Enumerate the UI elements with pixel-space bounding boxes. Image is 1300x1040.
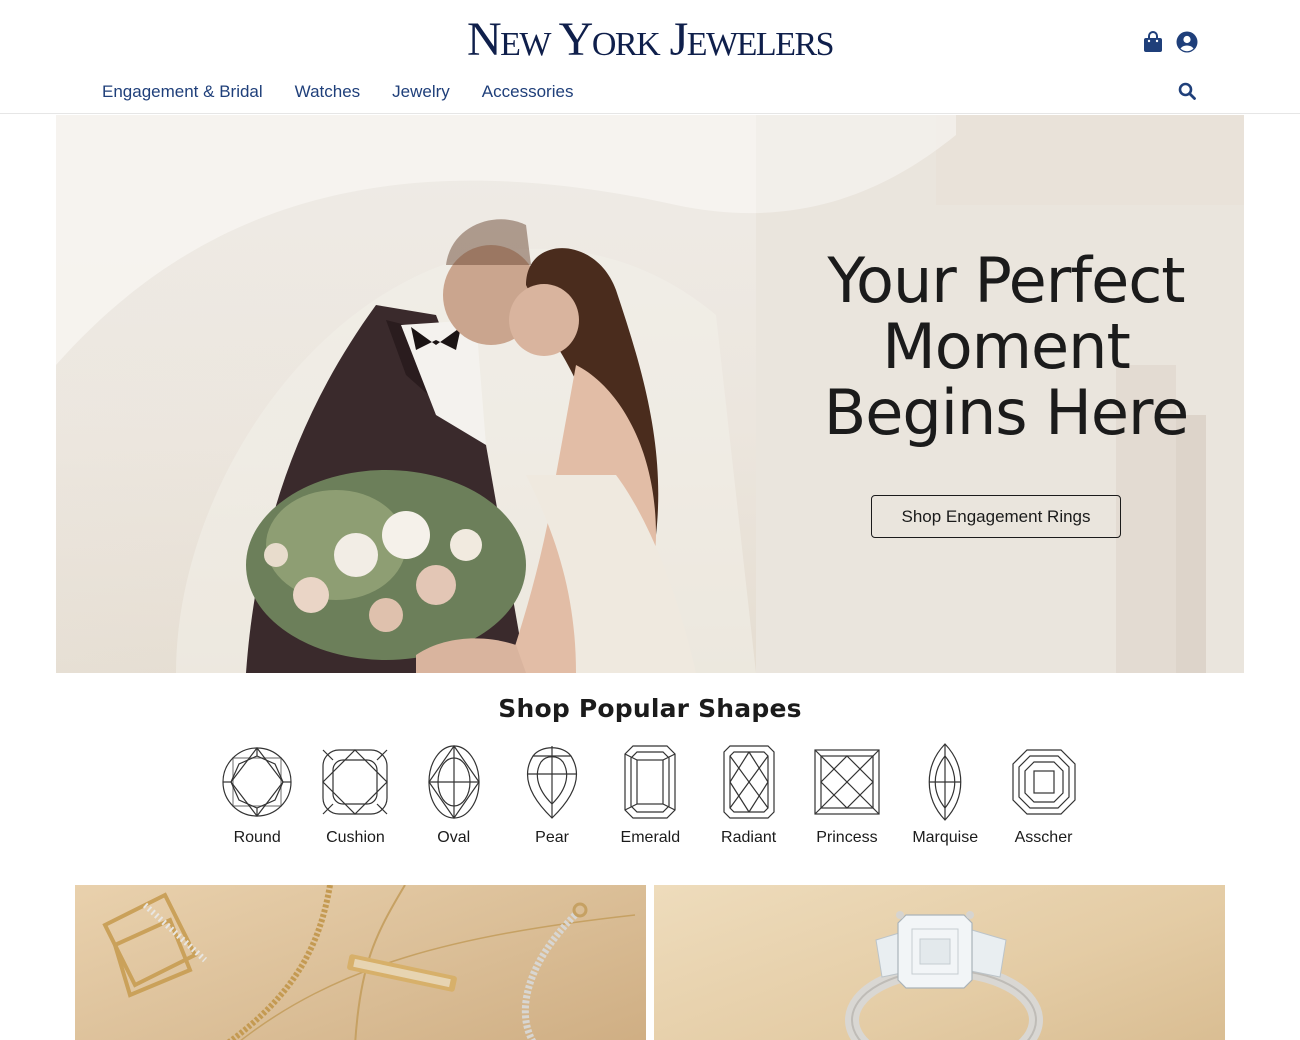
- hero-title-line-1: Your Perfect: [827, 244, 1185, 317]
- shape-emerald[interactable]: Emerald: [601, 742, 699, 847]
- shape-label: Oval: [437, 829, 471, 846]
- cushion-diamond-icon: [322, 749, 389, 815]
- user-account-icon[interactable]: [1176, 31, 1198, 53]
- jewelry-promo-tile[interactable]: [75, 885, 646, 1040]
- asscher-diamond-icon: [1011, 749, 1076, 815]
- brand-logo[interactable]: New York Jewelers: [0, 12, 1300, 68]
- shape-label: Round: [233, 829, 281, 846]
- nav-item-jewelry[interactable]: Jewelry: [392, 80, 450, 104]
- pear-diamond-icon: [526, 746, 578, 819]
- hero-title-line-3: Begins Here: [823, 376, 1190, 449]
- nav-item-engagement-bridal[interactable]: Engagement & Bridal: [102, 80, 263, 104]
- marquise-diamond-icon: [928, 743, 962, 821]
- shape-marquise[interactable]: Marquise: [896, 742, 994, 847]
- princess-diamond-icon: [814, 749, 880, 815]
- engagement-ring-promo-tile[interactable]: [654, 885, 1225, 1040]
- search-icon[interactable]: [1178, 82, 1198, 102]
- hero-title: Your Perfect Moment Begins Here: [796, 248, 1216, 446]
- shape-asscher[interactable]: Asscher: [994, 742, 1092, 847]
- oval-diamond-icon: [428, 744, 480, 820]
- nav-item-accessories[interactable]: Accessories: [482, 80, 574, 104]
- shape-label: Asscher: [1014, 829, 1073, 846]
- shape-princess[interactable]: Princess: [798, 742, 896, 847]
- shape-label: Cushion: [326, 829, 385, 846]
- hero-banner: Your Perfect Moment Begins Here Shop Eng…: [56, 115, 1244, 673]
- shape-pear[interactable]: Pear: [503, 742, 601, 847]
- shape-label: Princess: [816, 829, 878, 846]
- shape-radiant[interactable]: Radiant: [699, 742, 797, 847]
- main-nav: Engagement & Bridal Watches Jewelry Acce…: [102, 80, 573, 104]
- shape-oval[interactable]: Oval: [405, 742, 503, 847]
- shape-label: Radiant: [721, 829, 777, 846]
- shapes-section-title: Shop Popular Shapes: [498, 694, 802, 723]
- header-icons: [1142, 31, 1198, 53]
- round-diamond-icon: [222, 747, 292, 817]
- emerald-diamond-icon: [624, 745, 676, 819]
- engagement-ring-promo-image: [845, 911, 1043, 1040]
- shape-label: Emerald: [620, 829, 681, 846]
- nav-item-watches[interactable]: Watches: [295, 80, 361, 104]
- shape-list: Round Cushion Oval Pear Emerald Radiant …: [208, 742, 1093, 847]
- site-header: New York Jewelers Engagement & Bridal Wa…: [0, 0, 1300, 114]
- shape-round[interactable]: Round: [208, 742, 306, 847]
- shape-cushion[interactable]: Cushion: [306, 742, 404, 847]
- radiant-diamond-icon: [723, 745, 775, 819]
- shopping-bag-icon[interactable]: [1142, 31, 1164, 53]
- shape-label: Pear: [535, 829, 569, 846]
- shape-label: Marquise: [912, 829, 979, 846]
- shop-engagement-rings-button[interactable]: Shop Engagement Rings: [871, 495, 1121, 538]
- jewelry-promo-image: [102, 885, 636, 1040]
- hero-title-line-2: Moment: [882, 310, 1131, 383]
